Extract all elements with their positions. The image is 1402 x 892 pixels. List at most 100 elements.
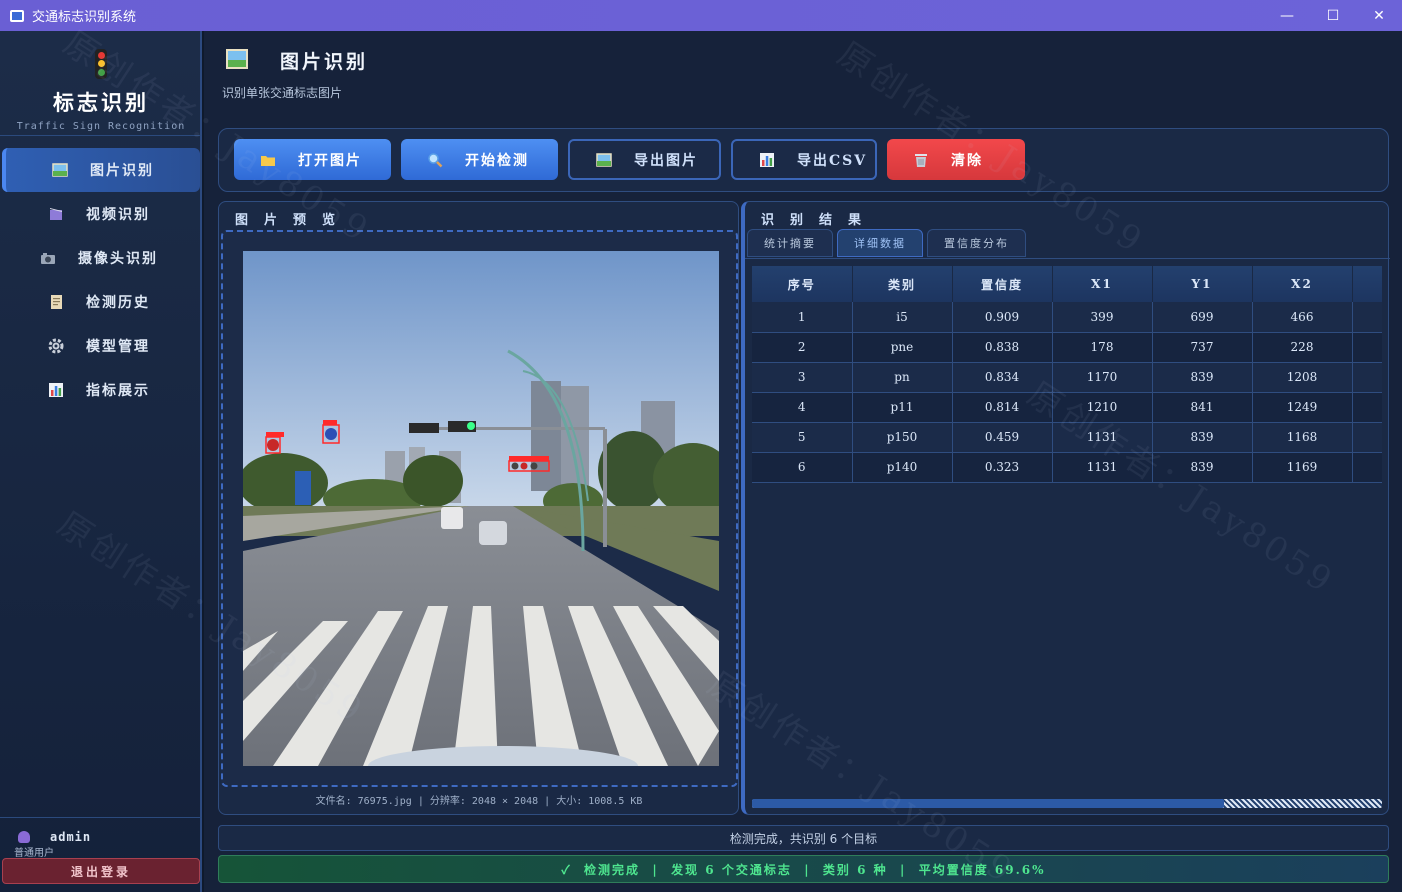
table-cell: 399: [1052, 302, 1153, 333]
image-icon: [52, 162, 68, 178]
results-table-container: 序号 类别 置信度 X1 Y1 X2 1 i5 0.909 399 699 46…: [752, 266, 1382, 486]
table-cell: 6: [752, 452, 853, 483]
table-cell: 1131: [1052, 422, 1153, 453]
scrollbar-thumb[interactable]: [752, 799, 1224, 808]
table-cell: i5: [852, 302, 953, 333]
camera-icon: [40, 250, 56, 266]
window-titlebar: 交通标志识别系统 — ☐ ✕: [0, 0, 1402, 31]
table-row[interactable]: 2 pne 0.838 178 737 228: [752, 332, 1382, 363]
table-cell: 841: [1152, 392, 1253, 423]
window-controls: — ☐ ✕: [1264, 0, 1402, 31]
user-icon: [18, 831, 30, 843]
sidebar-item-metrics[interactable]: 指标展示: [0, 368, 202, 412]
sidebar-item-camera-recognition[interactable]: 摄像头识别: [0, 236, 202, 280]
brand: 标志识别 Traffic Sign Recognition: [0, 49, 202, 132]
toolbar: 打开图片 开始检测 导出图片 导出CSV 清除: [218, 128, 1389, 192]
video-icon: [48, 206, 64, 222]
sidebar-item-label: 图片识别: [90, 163, 154, 179]
image-icon: [226, 49, 248, 69]
maximize-button[interactable]: ☐: [1310, 0, 1356, 31]
folder-icon: [260, 152, 276, 168]
sidebar-item-label: 检测历史: [86, 295, 150, 311]
table-cell: 0.814: [952, 392, 1053, 423]
table-cell: p150: [852, 422, 953, 453]
table-cell: 466: [1252, 302, 1353, 333]
column-header[interactable]: [1352, 266, 1382, 302]
table-cell: 178: [1052, 332, 1153, 363]
sidebar-item-model-management[interactable]: 模型管理: [0, 324, 202, 368]
table-cell: [1352, 392, 1382, 423]
table-cell: [1352, 362, 1382, 393]
sidebar-item-label: 模型管理: [86, 339, 150, 355]
page-header: 图片识别 识别单张交通标志图片: [204, 31, 1402, 119]
table-cell: 0.323: [952, 452, 1053, 483]
button-label: 清除: [951, 152, 983, 169]
table-cell: [1352, 302, 1382, 333]
open-image-button[interactable]: 打开图片: [234, 139, 391, 180]
app-icon: [10, 9, 24, 22]
table-cell: 699: [1152, 302, 1253, 333]
table-cell: 1210: [1052, 392, 1153, 423]
start-detection-button[interactable]: 开始检测: [401, 139, 558, 180]
status-message: 检测完成，共识别 6 个目标: [218, 825, 1389, 851]
logout-button[interactable]: 退出登录: [2, 858, 200, 884]
sidebar-item-label: 摄像头识别: [78, 251, 158, 267]
tab-details[interactable]: 详细数据: [837, 229, 923, 257]
column-header[interactable]: 类别: [852, 266, 953, 302]
file-info: 文件名: 76975.jpg | 分辨率: 2048 × 2048 | 大小: …: [315, 796, 643, 807]
results-panel: 识别结果 统计摘要 详细数据 置信度分布 序号 类别 置信度 X1 Y1 X2 …: [741, 201, 1390, 815]
table-cell: 1: [752, 302, 853, 333]
sidebar-item-history[interactable]: 检测历史: [0, 280, 202, 324]
preview-title: 图片预览: [235, 213, 352, 228]
chart-icon: [48, 382, 64, 398]
user-panel: admin 普通用户 退出登录: [0, 817, 202, 892]
tab-confidence-distribution[interactable]: 置信度分布: [927, 229, 1026, 257]
table-cell: 839: [1152, 452, 1253, 483]
table-row[interactable]: 4 p11 0.814 1210 841 1249: [752, 392, 1382, 423]
chart-icon: [759, 152, 775, 168]
table-cell: pn: [852, 362, 953, 393]
main-content: 图片识别 识别单张交通标志图片 打开图片 开始检测 导出图片 导出CSV 清除 …: [50, 31, 1402, 892]
column-header[interactable]: X1: [1052, 266, 1153, 302]
table-cell: 1249: [1252, 392, 1353, 423]
divider: [0, 135, 202, 136]
table-cell: 228: [1252, 332, 1353, 363]
button-label: 导出CSV: [797, 152, 868, 169]
clear-button[interactable]: 清除: [887, 139, 1025, 180]
preview-panel: 图片预览 文件名: 76975.jpg | 分辨率: 2048 × 2048 |…: [218, 201, 739, 815]
table-row[interactable]: 5 p150 0.459 1131 839 1168: [752, 422, 1382, 453]
column-header[interactable]: Y1: [1152, 266, 1253, 302]
sidebar-nav: 图片识别 视频识别 摄像头识别 检测历史 模型管理 指标展示: [0, 148, 202, 412]
image-drop-area[interactable]: [221, 230, 738, 787]
close-button[interactable]: ✕: [1356, 0, 1402, 31]
table-cell: pne: [852, 332, 953, 363]
page-title: 图片识别: [280, 51, 369, 73]
sidebar-item-video-recognition[interactable]: 视频识别: [0, 192, 202, 236]
table-row[interactable]: 3 pn 0.834 1170 839 1208: [752, 362, 1382, 393]
horizontal-scrollbar[interactable]: [752, 799, 1382, 808]
column-header[interactable]: 置信度: [952, 266, 1053, 302]
table-cell: 737: [1152, 332, 1253, 363]
page-subtitle: 识别单张交通标志图片: [222, 86, 343, 100]
minimize-button[interactable]: —: [1264, 0, 1310, 31]
image-icon: [596, 152, 612, 168]
column-header[interactable]: 序号: [752, 266, 853, 302]
sidebar-item-label: 视频识别: [86, 207, 150, 223]
sidebar-item-image-recognition[interactable]: 图片识别: [2, 148, 200, 192]
divider: [745, 258, 1390, 259]
export-csv-button[interactable]: 导出CSV: [731, 139, 877, 180]
table-cell: 1170: [1052, 362, 1153, 393]
button-label: 导出图片: [634, 152, 698, 169]
history-icon: [48, 294, 64, 310]
table-cell: 839: [1152, 362, 1253, 393]
column-header[interactable]: X2: [1252, 266, 1353, 302]
table-cell: 0.909: [952, 302, 1053, 333]
table-row[interactable]: 1 i5 0.909 399 699 466: [752, 302, 1382, 333]
table-row[interactable]: 6 p140 0.323 1131 839 1169: [752, 452, 1382, 483]
results-table: 序号 类别 置信度 X1 Y1 X2 1 i5 0.909 399 699 46…: [752, 266, 1382, 483]
user-role: 普通用户: [14, 848, 54, 859]
tab-summary[interactable]: 统计摘要: [747, 229, 833, 257]
export-image-button[interactable]: 导出图片: [568, 139, 721, 180]
table-cell: 5: [752, 422, 853, 453]
table-cell: [1352, 452, 1382, 483]
